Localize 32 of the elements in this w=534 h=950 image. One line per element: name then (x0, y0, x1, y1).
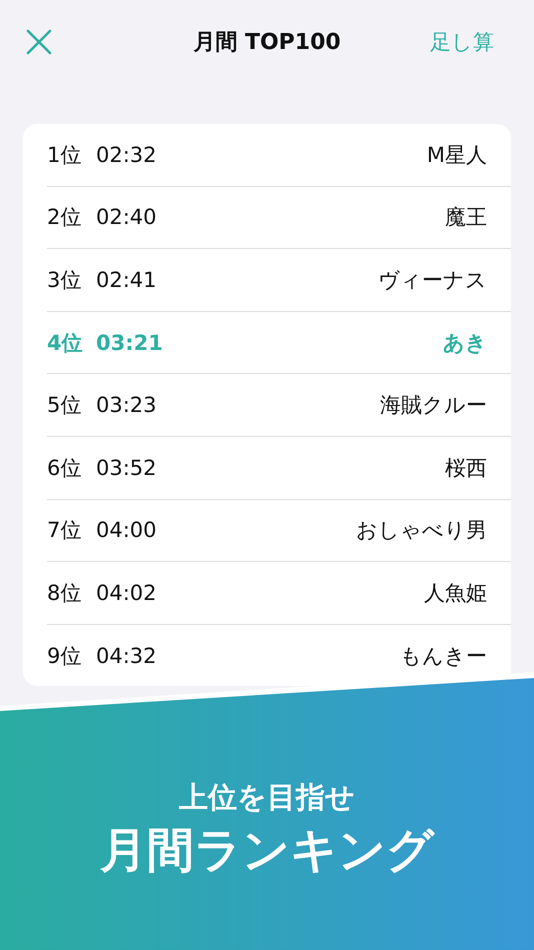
time-label: 04:02 (96, 580, 157, 605)
player-name: ヴィーナス (378, 266, 487, 294)
banner-title: 月間ランキング (100, 822, 434, 880)
time-label: 03:23 (96, 393, 157, 418)
time-label: 02:40 (96, 205, 157, 230)
rank-label: 4位 (47, 330, 84, 357)
player-name: あき (443, 330, 487, 357)
time-label: 03:52 (96, 456, 157, 480)
player-name: M星人 (426, 142, 487, 169)
time-label: 03:21 (96, 330, 163, 355)
rank-label: 9位 (47, 642, 82, 670)
rank-label: 5位 (47, 392, 82, 420)
close-icon[interactable] (26, 29, 52, 55)
player-name: 人魚姫 (424, 580, 487, 607)
player-name: おしゃべり男 (356, 517, 487, 544)
banner-subtitle: 上位を目指せ (179, 779, 355, 816)
player-name: 桜西 (445, 454, 487, 482)
player-name: 魔王 (445, 204, 487, 232)
time-label: 04:32 (96, 644, 157, 668)
rank-label: 7位 (47, 517, 82, 544)
rank-label: 2位 (47, 204, 82, 232)
time-label: 04:00 (96, 518, 157, 542)
player-name: もんきー (400, 642, 487, 670)
screen-title: 月間 TOP100 (193, 29, 341, 57)
rank-label: 3位 (47, 266, 82, 294)
time-label: 02:41 (96, 268, 157, 292)
rank-label: 6位 (47, 454, 82, 482)
player-name: 海賊クルー (380, 392, 487, 420)
rank-label: 1位 (47, 142, 82, 169)
category-button[interactable]: 足し算 (430, 28, 494, 56)
time-label: 02:32 (96, 142, 157, 167)
rank-label: 8位 (47, 580, 82, 607)
